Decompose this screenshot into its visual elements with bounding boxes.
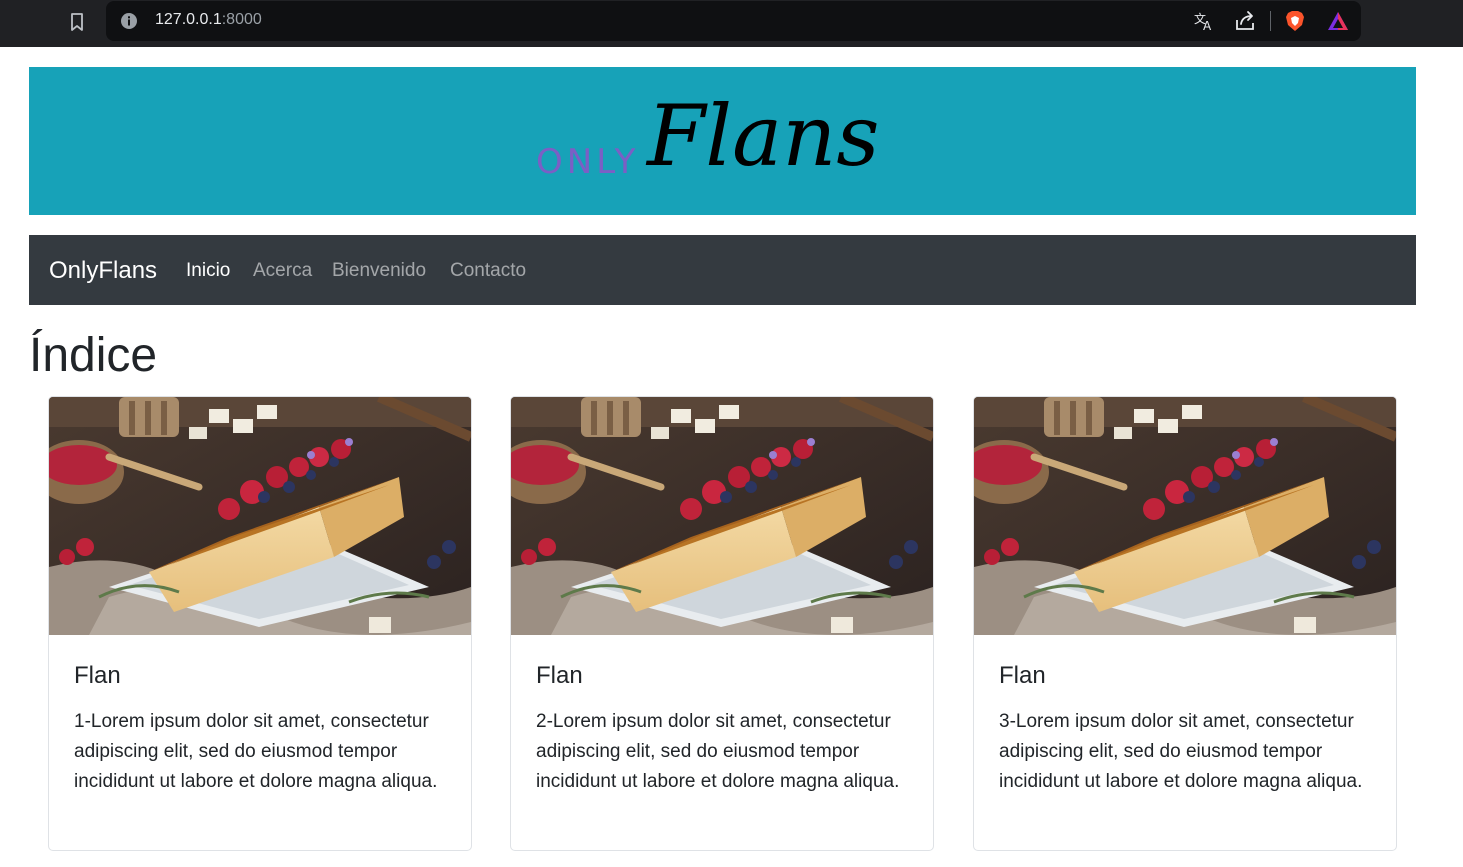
svg-text:A: A xyxy=(1203,19,1212,32)
toolbar-separator xyxy=(1270,11,1271,31)
brave-rewards-icon[interactable] xyxy=(1327,10,1349,32)
share-icon[interactable] xyxy=(1234,10,1256,32)
navbar-brand[interactable]: OnlyFlans xyxy=(49,257,157,285)
main-navbar: OnlyFlans Inicio Acerca Bienvenido Conta… xyxy=(29,235,1416,305)
card-text: 2-Lorem ipsum dolor sit amet, consectetu… xyxy=(536,711,900,792)
flan-photo xyxy=(49,397,471,635)
flan-photo xyxy=(974,397,1396,635)
card-title: Flan xyxy=(74,662,121,689)
onlyflans-logo: ONLY Flans xyxy=(536,87,879,185)
url-text[interactable]: 127.0.0.1:8000 xyxy=(155,11,262,29)
bookmark-icon[interactable] xyxy=(68,11,86,33)
card-text: 1-Lorem ipsum dolor sit amet, consectetu… xyxy=(74,711,438,792)
address-bar[interactable]: 127.0.0.1:8000 文 A xyxy=(106,1,1361,41)
brave-shield-icon[interactable] xyxy=(1284,10,1306,32)
nav-link-bienvenido[interactable]: Bienvenido xyxy=(332,260,426,282)
card-title: Flan xyxy=(999,662,1046,689)
flan-card: Flan 1-Lorem ipsum dolor sit amet, conse… xyxy=(48,396,472,851)
url-host: 127.0.0.1 xyxy=(155,11,222,28)
card-text: 3-Lorem ipsum dolor sit amet, consectetu… xyxy=(999,711,1363,792)
flan-card: Flan 2-Lorem ipsum dolor sit amet, conse… xyxy=(510,396,934,851)
translate-icon[interactable]: 文 A xyxy=(1193,10,1215,32)
nav-link-acerca[interactable]: Acerca xyxy=(253,260,312,282)
logo-only-text: ONLY xyxy=(536,142,639,182)
card-title: Flan xyxy=(536,662,583,689)
logo-banner: ONLY Flans xyxy=(29,67,1416,215)
url-port: :8000 xyxy=(221,11,262,28)
flan-card: Flan 3-Lorem ipsum dolor sit amet, conse… xyxy=(973,396,1397,851)
flan-photo xyxy=(511,397,933,635)
info-icon[interactable] xyxy=(120,12,138,30)
browser-toolbar: 127.0.0.1:8000 文 A xyxy=(0,0,1463,47)
page-title: Índice xyxy=(29,329,158,382)
nav-link-contacto[interactable]: Contacto xyxy=(450,260,526,282)
nav-link-inicio[interactable]: Inicio xyxy=(186,260,230,282)
logo-flans-text: Flans xyxy=(645,87,879,185)
